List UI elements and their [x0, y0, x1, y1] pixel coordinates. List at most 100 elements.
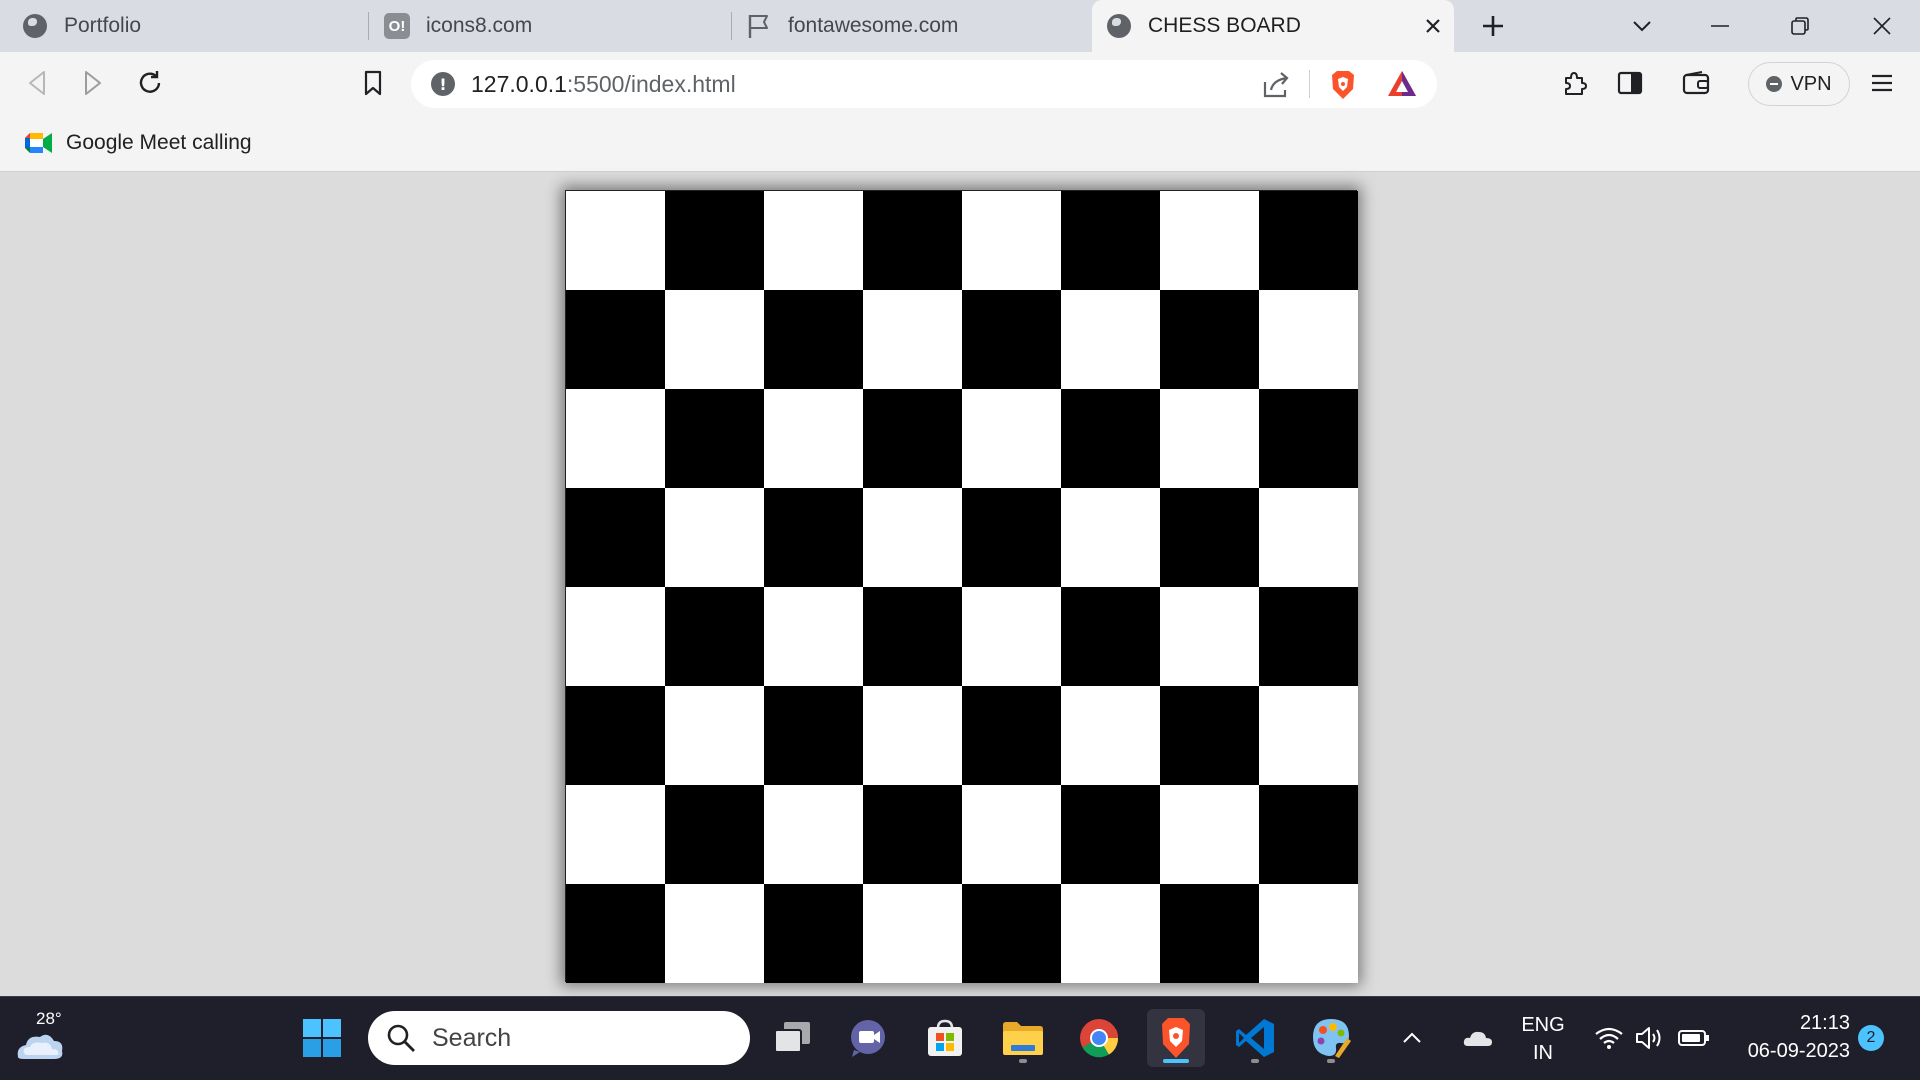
vpn-status-icon — [1766, 76, 1783, 92]
dark-square — [1061, 191, 1160, 290]
main-menu-button[interactable] — [1859, 60, 1905, 106]
clock[interactable]: 21:13 06-09-2023 — [1730, 1009, 1850, 1065]
dark-square — [863, 785, 962, 884]
close-icon — [1426, 19, 1440, 33]
chrome-button[interactable] — [1070, 1009, 1128, 1067]
light-square — [1259, 884, 1358, 983]
minimize-button[interactable] — [1700, 0, 1740, 52]
tab-label: fontawesome.com — [788, 14, 959, 37]
share-icon[interactable] — [1261, 70, 1291, 100]
weather-temperature: 28° — [36, 1009, 62, 1028]
dark-square — [863, 191, 962, 290]
dark-square — [764, 884, 863, 983]
dark-square — [863, 389, 962, 488]
language-indicator[interactable]: ENG IN — [1512, 1011, 1574, 1067]
reload-button[interactable] — [127, 60, 173, 106]
language-code: ENG — [1521, 1014, 1565, 1036]
sidebar-button[interactable] — [1607, 60, 1653, 106]
task-view-button[interactable] — [764, 1009, 822, 1067]
speaker-icon — [1636, 1027, 1661, 1049]
light-square — [863, 686, 962, 785]
weather-widget[interactable]: 28° — [14, 1009, 66, 1069]
paint-button[interactable] — [1302, 1009, 1360, 1067]
bookmark-google-meet[interactable]: Google Meet calling — [24, 126, 260, 160]
back-button[interactable] — [14, 60, 60, 106]
hamburger-menu-icon — [1872, 74, 1892, 92]
teams-chat-button[interactable] — [840, 1009, 898, 1067]
light-square — [566, 389, 665, 488]
light-square — [962, 389, 1061, 488]
dark-square — [764, 686, 863, 785]
search-icon — [387, 1024, 415, 1052]
restore-icon — [1791, 17, 1809, 35]
battery-button[interactable] — [1672, 1009, 1716, 1067]
restore-button[interactable] — [1780, 0, 1820, 52]
light-square — [1061, 290, 1160, 389]
dark-square — [665, 191, 764, 290]
active-indicator — [1163, 1059, 1189, 1063]
dark-square — [665, 389, 764, 488]
url-host: 127.0.0.1 — [471, 71, 567, 97]
chevron-down-icon — [1633, 21, 1651, 32]
dark-square — [764, 290, 863, 389]
url-path: :5500/index.html — [566, 71, 736, 97]
browser-toolbar: ! 127.0.0.1:5500/index.html VPN — [0, 52, 1920, 115]
brave-shields-icon[interactable] — [1328, 69, 1358, 106]
dark-square — [1061, 785, 1160, 884]
forward-button[interactable] — [70, 60, 116, 106]
notification-badge[interactable]: 2 — [1858, 1025, 1884, 1051]
extensions-button[interactable] — [1552, 60, 1598, 106]
language-region: IN — [1533, 1042, 1553, 1064]
dark-square — [1061, 587, 1160, 686]
vscode-button[interactable] — [1226, 1009, 1284, 1067]
windows-taskbar: 28° Search ENG IN 21:13 06-09-2023 2 — [0, 996, 1920, 1080]
light-square — [764, 191, 863, 290]
light-square — [566, 785, 665, 884]
vpn-button[interactable]: VPN — [1748, 62, 1850, 106]
wallet-button[interactable] — [1673, 60, 1719, 106]
tab-search-button[interactable] — [1624, 0, 1660, 52]
microsoft-store-button[interactable] — [916, 1009, 974, 1067]
dark-square — [1160, 686, 1259, 785]
close-tab-button[interactable] — [1418, 0, 1448, 52]
bookmark-page-button[interactable] — [350, 60, 396, 106]
light-square — [962, 785, 1061, 884]
tab-fontawesome[interactable]: fontawesome.com — [746, 0, 1086, 52]
network-button[interactable] — [1588, 1009, 1630, 1067]
onedrive-button[interactable] — [1456, 1009, 1500, 1067]
taskbar-search-box[interactable]: Search — [368, 1011, 750, 1065]
vpn-label: VPN — [1790, 72, 1832, 95]
show-hidden-icons-button[interactable] — [1392, 1009, 1432, 1067]
start-button[interactable] — [293, 1009, 351, 1067]
chrome-icon — [1080, 1019, 1119, 1058]
url-text[interactable]: 127.0.0.1:5500/index.html — [471, 71, 736, 98]
tab-portfolio[interactable]: Portfolio — [22, 0, 362, 52]
icons8-icon: O! — [384, 13, 410, 39]
dark-square — [566, 488, 665, 587]
light-square — [1259, 290, 1358, 389]
tab-divider — [731, 12, 732, 40]
teams-chat-icon — [851, 1020, 885, 1057]
site-info-icon[interactable]: ! — [431, 72, 455, 96]
running-indicator — [1327, 1059, 1335, 1063]
address-bar[interactable]: ! 127.0.0.1:5500/index.html — [411, 60, 1437, 108]
tab-icons8[interactable]: O! icons8.com — [384, 0, 724, 52]
dark-square — [1259, 785, 1358, 884]
dark-square — [1259, 389, 1358, 488]
dark-square — [1160, 488, 1259, 587]
new-tab-button[interactable] — [1475, 0, 1511, 52]
light-square — [1160, 389, 1259, 488]
tab-chess-board[interactable]: CHESS BOARD — [1092, 0, 1454, 52]
dark-square — [1259, 587, 1358, 686]
file-explorer-button[interactable] — [994, 1009, 1052, 1067]
dark-square — [863, 587, 962, 686]
dark-square — [566, 686, 665, 785]
light-square — [566, 191, 665, 290]
brave-button[interactable] — [1147, 1009, 1205, 1067]
running-indicator — [1251, 1059, 1259, 1063]
dark-square — [566, 290, 665, 389]
volume-button[interactable] — [1628, 1009, 1670, 1067]
onedrive-cloud-icon — [1463, 1031, 1492, 1046]
close-window-button[interactable] — [1862, 0, 1902, 52]
brave-rewards-icon[interactable] — [1386, 69, 1418, 104]
